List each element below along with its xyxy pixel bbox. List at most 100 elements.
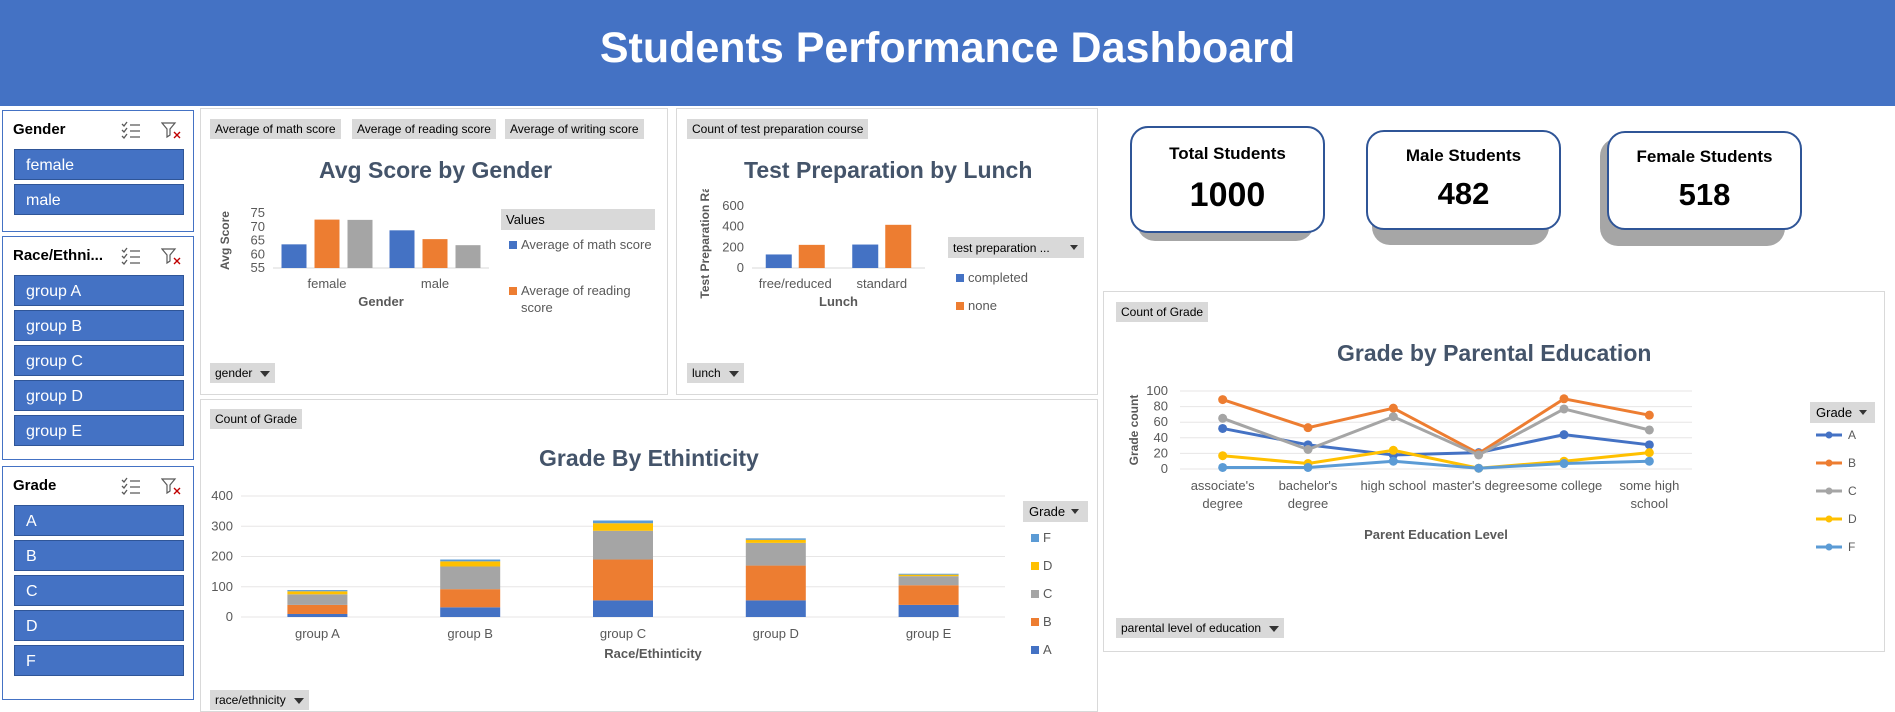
bar-average-of-math-score-male [389,230,415,268]
slicer-item-f[interactable]: F [14,645,184,676]
y-tick-label: 0 [1161,461,1168,476]
legend-label: F [1848,540,1855,554]
gender-filter-label: gender [215,366,253,380]
legend-label: B [1043,614,1052,629]
legend-label: D [1848,512,1857,526]
slicer-item-male[interactable]: male [14,184,184,215]
race-filter-button[interactable]: race/ethnicity [210,690,309,710]
x-tick-label: degree [1202,496,1242,511]
bar-d-group-c [593,523,653,531]
x-tick-label: standard [856,276,907,291]
point-d [1388,445,1398,455]
multi-select-icon[interactable] [121,477,141,495]
y-axis-title: Test Preparation Rate [698,189,712,299]
multi-select-icon[interactable] [121,247,141,265]
y-tick-label: 55 [251,260,265,275]
y-tick-label: 40 [1154,430,1168,445]
slicer-item-female[interactable]: female [14,149,184,180]
parental-filter-button[interactable]: parental level of education [1116,618,1285,638]
slicer-item-group-b[interactable]: group B [14,310,184,341]
ethnicity-chart-panel: Count of Grade Grade By Ethinticity 0 100… [200,399,1098,712]
clear-filter-icon[interactable] [161,477,181,495]
slicer-item-a[interactable]: A [14,505,184,536]
x-tick-label: some college [1526,478,1603,493]
y-axis-title: Grade count [1127,395,1141,466]
bar-d-group-d [745,539,806,543]
clear-filter-icon[interactable] [161,121,181,139]
race-slicer: Race/Ethni... group A group B group C gr… [2,236,194,460]
point-d [1218,451,1228,461]
reading-field-button[interactable]: Average of reading score [352,119,496,139]
legend-title: Grade [1029,504,1065,519]
bar-average-of-math-score-female [281,244,307,268]
x-tick-label: school [1631,496,1669,511]
point-f [1388,456,1398,466]
y-tick-label: 80 [1154,399,1168,414]
point-c [1474,450,1484,460]
legend-title: test preparation ... [953,241,1050,255]
bar-average-of-writing-score-male [455,245,481,268]
slicer-item-group-c[interactable]: group C [14,345,184,376]
test-prep-count-field-button[interactable]: Count of test preparation course [687,119,869,139]
x-tick-label: high school [1360,478,1426,493]
chart-title: Grade By Ethinticity [539,445,759,471]
slicer-item-c[interactable]: C [14,575,184,606]
ethnicity-stacked-bar-chart: 0 100 200 300 400 group A group B group C group … [211,488,1088,661]
bar-average-of-writing-score-female [347,219,373,268]
chart-title: Test Preparation by Lunch [744,157,1033,183]
y-tick-label: 100 [1146,383,1168,398]
point-a [1218,423,1228,433]
bar-a-group-e [898,604,959,617]
bar-a-group-a [287,613,348,617]
bar-b-group-e [898,585,959,605]
bar-average-of-reading-score-male [422,239,448,268]
point-f [1644,456,1654,466]
parental-line-chart: 020406080100 associate's degree bachelor's d… [1127,383,1875,554]
point-f [1559,459,1569,469]
legend-swatch [1031,646,1039,654]
y-tick-label: 600 [722,198,744,213]
legend-marker [1825,487,1833,495]
count-grade-field-button[interactable]: Count of Grade [1116,302,1209,322]
legend-swatch [509,287,517,295]
bar-b-group-d [745,565,806,601]
lunch-filter-label: lunch [692,366,721,380]
legend-marker [1825,431,1833,439]
slicer-item-d[interactable]: D [14,610,184,641]
total-students-card: Total Students 1000 [1130,126,1325,233]
slicer-item-group-a[interactable]: group A [14,275,184,306]
multi-select-icon[interactable] [121,121,141,139]
x-tick-label: bachelor's [1279,478,1338,493]
clear-filter-icon[interactable] [161,247,181,265]
point-c [1218,413,1228,423]
lunch-filter-button[interactable]: lunch [687,363,744,383]
y-tick-label: 60 [1154,414,1168,429]
parental-filter-label: parental level of education [1121,621,1262,635]
bar-a-group-c [593,600,653,617]
y-tick-label: 300 [211,518,233,533]
x-tick-label: free/reduced [759,276,832,291]
gender-bar-chart: 5560657075 female male Gender Avg Score Value… [218,205,655,315]
x-tick-label: group B [447,626,493,641]
y-tick-label: 100 [211,579,233,594]
bar-f-group-c [593,520,653,524]
male-students-label: Male Students [1405,146,1522,165]
point-b [1388,403,1398,413]
math-field-button[interactable]: Average of math score [210,119,341,139]
point-c [1559,404,1569,414]
count-grade-field-button[interactable]: Count of Grade [210,409,303,429]
bar-b-group-a [287,604,348,614]
writing-field-button[interactable]: Average of writing score [505,119,644,139]
y-axis-title: Avg Score [218,211,232,270]
parental-chart-panel: Count of Grade Grade by Parental Educati… [1103,291,1885,652]
slicer-item-group-e[interactable]: group E [14,415,184,446]
slicer-item-group-d[interactable]: group D [14,380,184,411]
bar-c-group-b [440,566,501,590]
x-tick-label: some high [1619,478,1679,493]
female-students-value: 518 [1678,177,1731,212]
bar-f-group-a [287,590,348,592]
gender-filter-button[interactable]: gender [210,363,276,383]
legend-swatch [1031,590,1039,598]
point-b [1644,410,1654,420]
slicer-item-b[interactable]: B [14,540,184,571]
